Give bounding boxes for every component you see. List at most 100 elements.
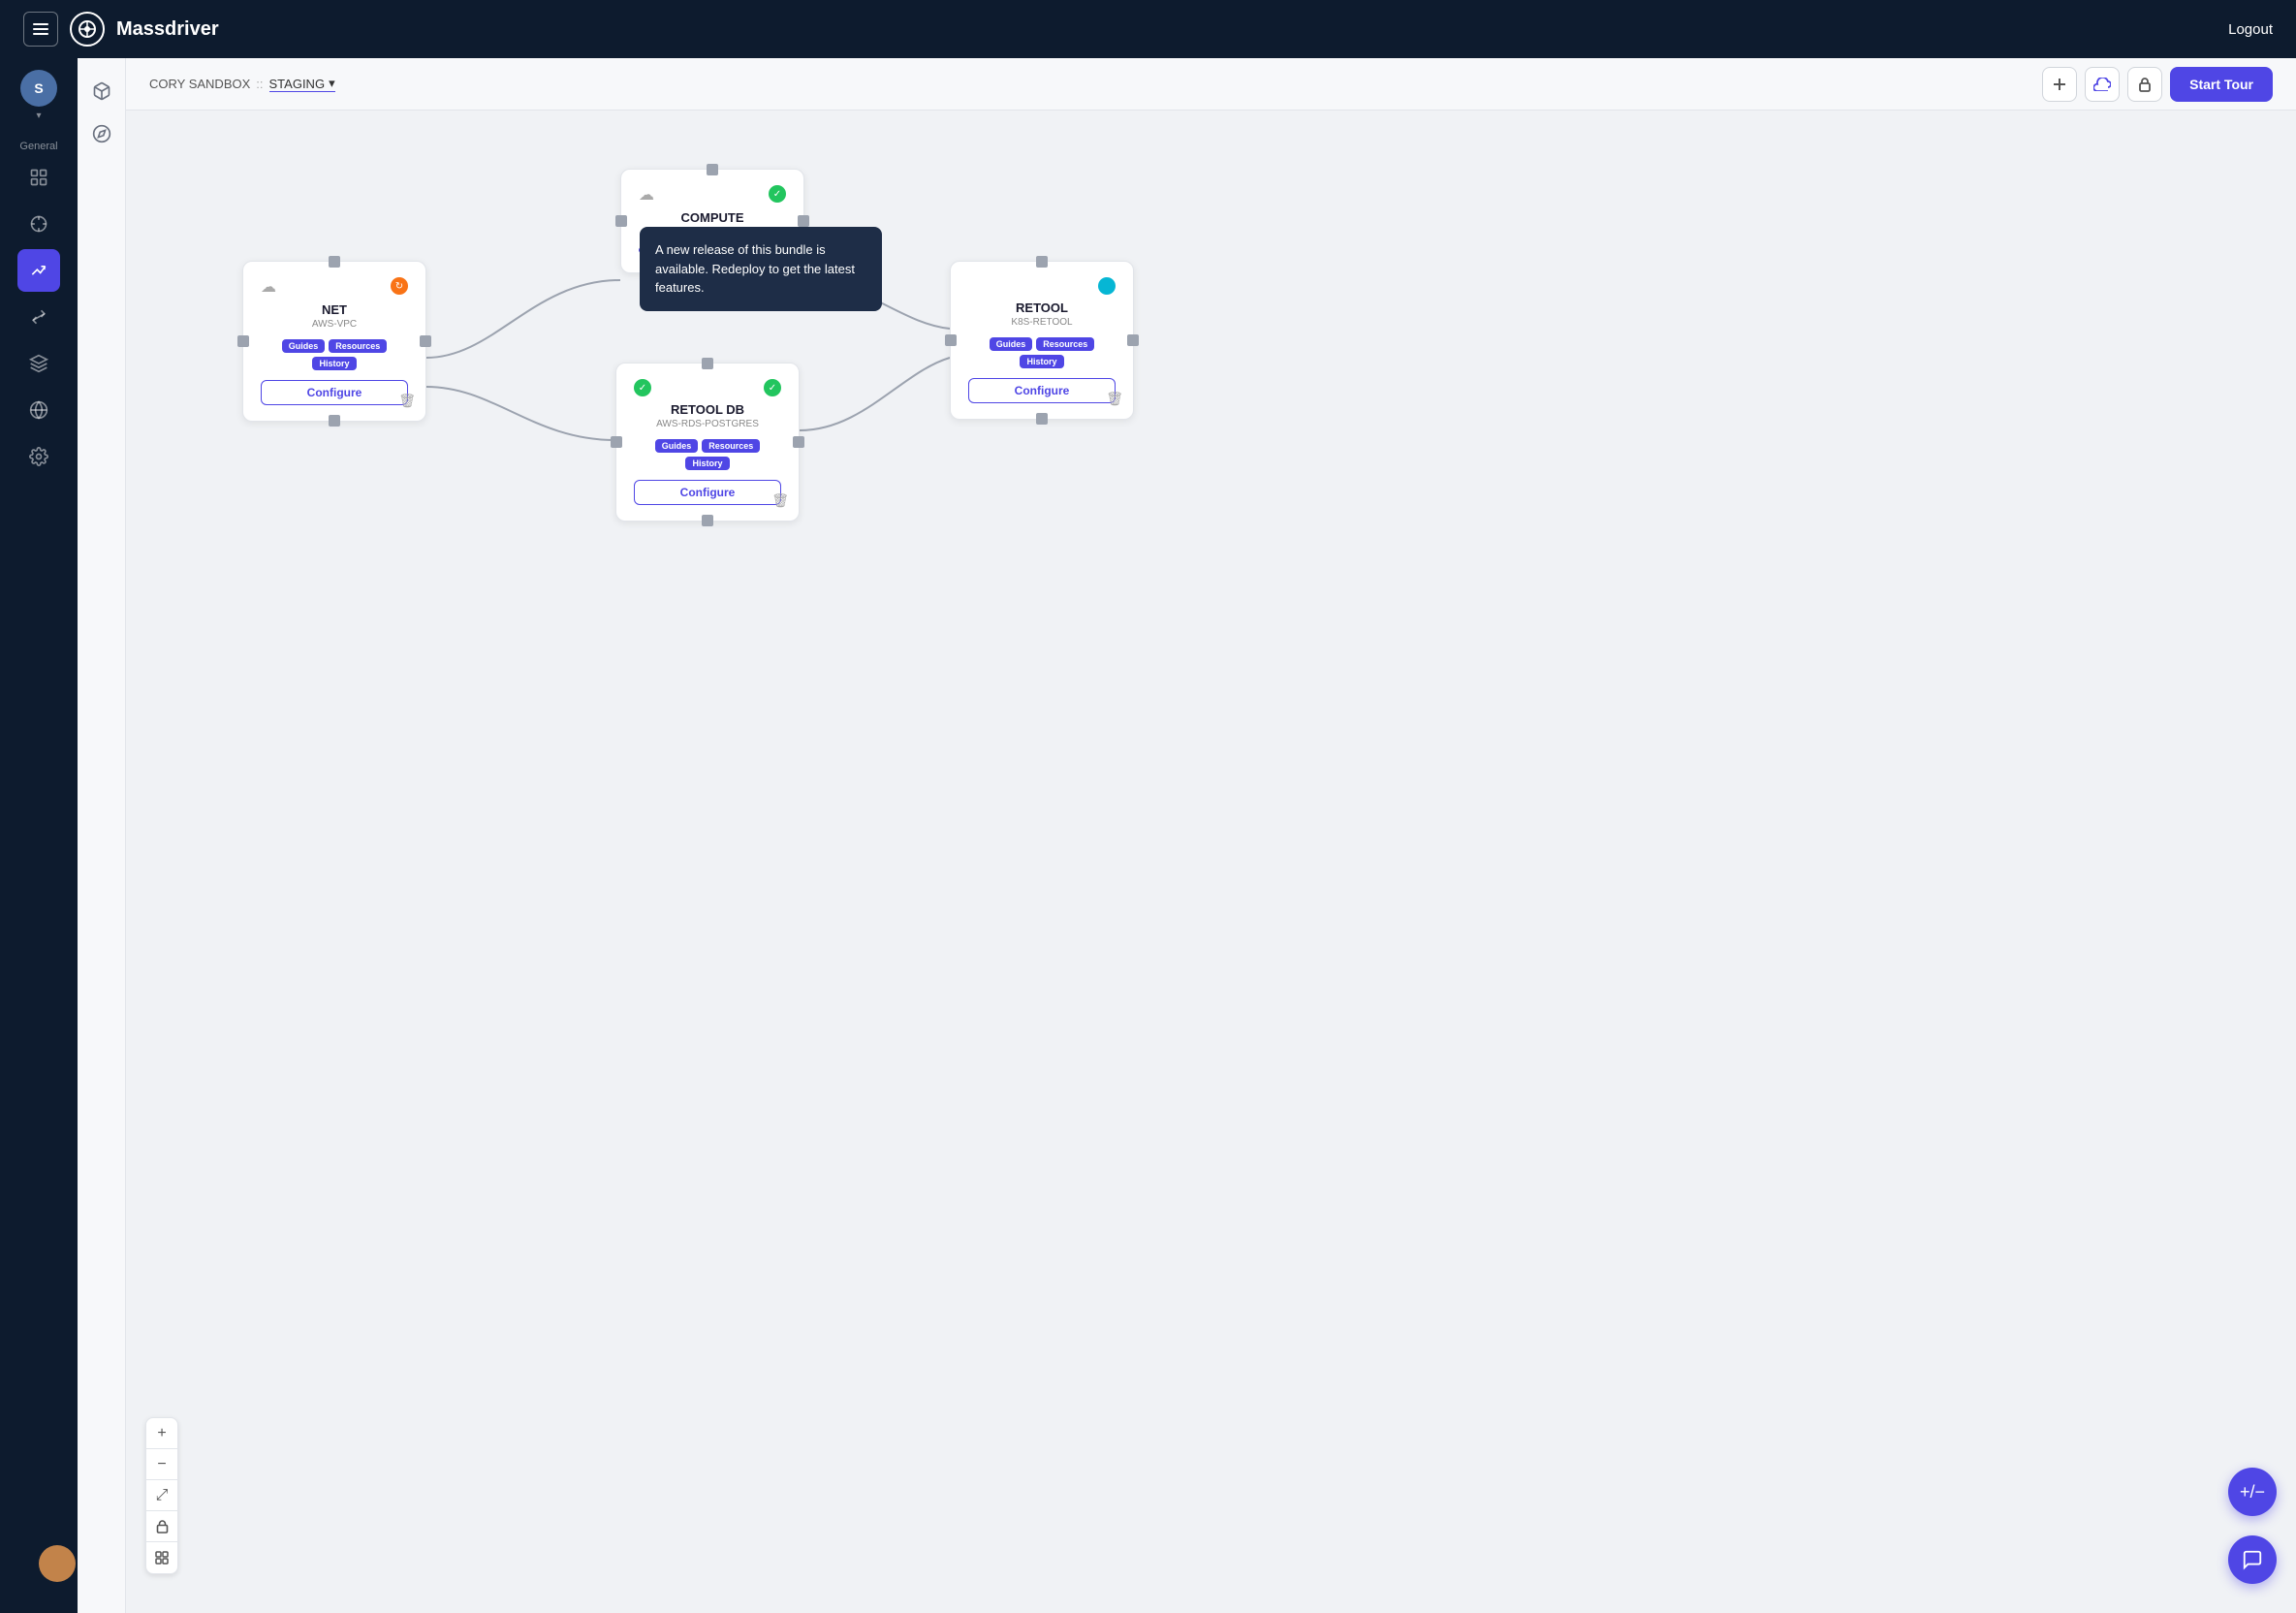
retool-handle-bottom: [1036, 413, 1048, 425]
app-title: Massdriver: [116, 18, 219, 41]
net-tag-history[interactable]: History: [312, 357, 356, 370]
fab-chat-button[interactable]: [2228, 1535, 2277, 1584]
handle-top: [707, 164, 718, 175]
zoom-in-button[interactable]: +: [146, 1418, 177, 1449]
topnav-left: Massdriver: [23, 12, 219, 47]
net-tag-resources[interactable]: Resources: [329, 339, 387, 353]
sidebar-item-stack[interactable]: [17, 342, 60, 385]
logout-button[interactable]: Logout: [2228, 21, 2273, 38]
retooldb-tag-history[interactable]: History: [685, 457, 729, 470]
retooldb-node-header: ✓ ✓: [634, 379, 781, 396]
net-title: NET: [261, 302, 408, 317]
retool-tag-guides[interactable]: Guides: [990, 337, 1033, 351]
breadcrumb: CORY SANDBOX :: STAGING ▾: [149, 76, 335, 92]
retool-handle-left: [945, 334, 957, 346]
topnav: Massdriver Logout: [0, 0, 2296, 58]
retooldb-configure-button[interactable]: Configure: [634, 480, 781, 505]
net-node-header: ☁ ↻: [261, 277, 408, 297]
retool-tag-history[interactable]: History: [1020, 355, 1063, 368]
add-button[interactable]: [2042, 67, 2077, 102]
net-configure-button[interactable]: Configure: [261, 380, 408, 405]
net-handle-top: [329, 256, 340, 268]
minimap-button[interactable]: [146, 1542, 177, 1573]
start-tour-button[interactable]: Start Tour: [2170, 67, 2273, 102]
sidebar-item-designer[interactable]: [17, 203, 60, 245]
breadcrumb-sep: ::: [256, 77, 263, 91]
retooldb-delete-icon[interactable]: 🗑: [771, 492, 789, 509]
env-name: STAGING: [269, 77, 326, 91]
net-handle-right: [420, 335, 431, 347]
compute-node-header: ☁ ✓: [639, 185, 786, 205]
sidebar-item-handshake[interactable]: [17, 296, 60, 338]
retooldb-handle-top: [702, 358, 713, 369]
handle-right: [798, 215, 809, 227]
menu-icon[interactable]: [23, 12, 58, 47]
header-actions: Start Tour: [2042, 67, 2273, 102]
connections-svg: [126, 111, 2296, 1613]
net-cloud-icon: ☁: [261, 277, 276, 297]
retool-status: [1098, 277, 1116, 295]
lock-map-button[interactable]: [146, 1511, 177, 1542]
net-tag-guides[interactable]: Guides: [282, 339, 326, 353]
compute-node: ☁ ✓ COMPUTE AWS-EKS-CLUSTER 🗑: [620, 169, 804, 273]
retool-handle-right: [1127, 334, 1139, 346]
header-bar: CORY SANDBOX :: STAGING ▾ Start Tour: [126, 58, 2296, 111]
general-label: General: [19, 141, 57, 152]
retooldb-title: RETOOL DB: [634, 402, 781, 417]
retool-subtitle: K8S-RETOOL: [968, 317, 1116, 328]
compute-delete-icon[interactable]: 🗑: [776, 244, 794, 261]
secondary-sidebar: [78, 58, 126, 1613]
net-tags: Guides Resources History: [261, 339, 408, 370]
sec-icon-cube[interactable]: [84, 74, 119, 109]
retool-title: RETOOL: [968, 300, 1116, 315]
net-handle-left: [237, 335, 249, 347]
retooldb-tags: Guides Resources History: [634, 439, 781, 470]
retool-tag-resources[interactable]: Resources: [1036, 337, 1094, 351]
env-selector[interactable]: STAGING ▾: [269, 76, 335, 92]
retooldb-tag-guides[interactable]: Guides: [655, 439, 699, 453]
compute-status: ✓: [769, 185, 786, 203]
canvas: ☁ ✓ COMPUTE AWS-EKS-CLUSTER 🗑 A new rele…: [126, 111, 2296, 1613]
retooldb-status-left: ✓: [634, 379, 651, 396]
retooldb-handle-left: [611, 436, 622, 448]
compute-title: COMPUTE: [639, 210, 786, 225]
cloud-button[interactable]: [2085, 67, 2120, 102]
lock-button[interactable]: [2127, 67, 2162, 102]
retooldb-node: ✓ ✓ RETOOL DB AWS-RDS-POSTGRES Guides Re…: [615, 363, 800, 522]
retool-node: RETOOL K8S-RETOOL Guides Resources Histo…: [950, 261, 1134, 420]
fit-button[interactable]: ⤢: [146, 1480, 177, 1511]
retool-handle-top: [1036, 256, 1048, 268]
avatar[interactable]: S: [20, 70, 57, 107]
retool-configure-button[interactable]: Configure: [968, 378, 1116, 403]
zoom-out-button[interactable]: −: [146, 1449, 177, 1480]
compute-subtitle: AWS-EKS-CLUSTER: [639, 227, 786, 237]
user-avatar[interactable]: [39, 1545, 76, 1582]
retooldb-status-right: ✓: [764, 379, 781, 396]
net-delete-icon[interactable]: 🗑: [398, 393, 416, 409]
sidebar-item-deploy[interactable]: [17, 249, 60, 292]
fab-plus-label: +/−: [2240, 1482, 2265, 1502]
env-chevron: ▾: [329, 76, 335, 91]
retooldb-subtitle: AWS-RDS-POSTGRES: [634, 419, 781, 429]
handle-left: [615, 215, 627, 227]
net-handle-bottom: [329, 415, 340, 427]
sidebar-item-globe[interactable]: [17, 389, 60, 431]
sidebar-item-settings[interactable]: [17, 435, 60, 478]
sidebar: S ▾ General: [0, 58, 78, 1613]
net-node: ☁ ↻ NET AWS-VPC Guides Resources History…: [242, 261, 426, 422]
workspace-name: CORY SANDBOX: [149, 77, 250, 91]
retooldb-tag-resources[interactable]: Resources: [702, 439, 760, 453]
sidebar-item-packages[interactable]: [17, 156, 60, 199]
retool-delete-icon[interactable]: 🗑: [1106, 391, 1123, 407]
net-subtitle: AWS-VPC: [261, 319, 408, 330]
compute-update-bar[interactable]: [639, 247, 786, 253]
map-controls: + − ⤢: [145, 1417, 178, 1574]
fab-plus-button[interactable]: +/−: [2228, 1468, 2277, 1516]
retool-tags: Guides Resources History: [968, 337, 1116, 368]
retooldb-handle-bottom: [702, 515, 713, 526]
compute-cloud-icon: ☁: [639, 185, 654, 205]
retool-node-header: [968, 277, 1116, 295]
sec-icon-compass[interactable]: [84, 116, 119, 151]
logo-icon: [70, 12, 105, 47]
retooldb-handle-right: [793, 436, 804, 448]
